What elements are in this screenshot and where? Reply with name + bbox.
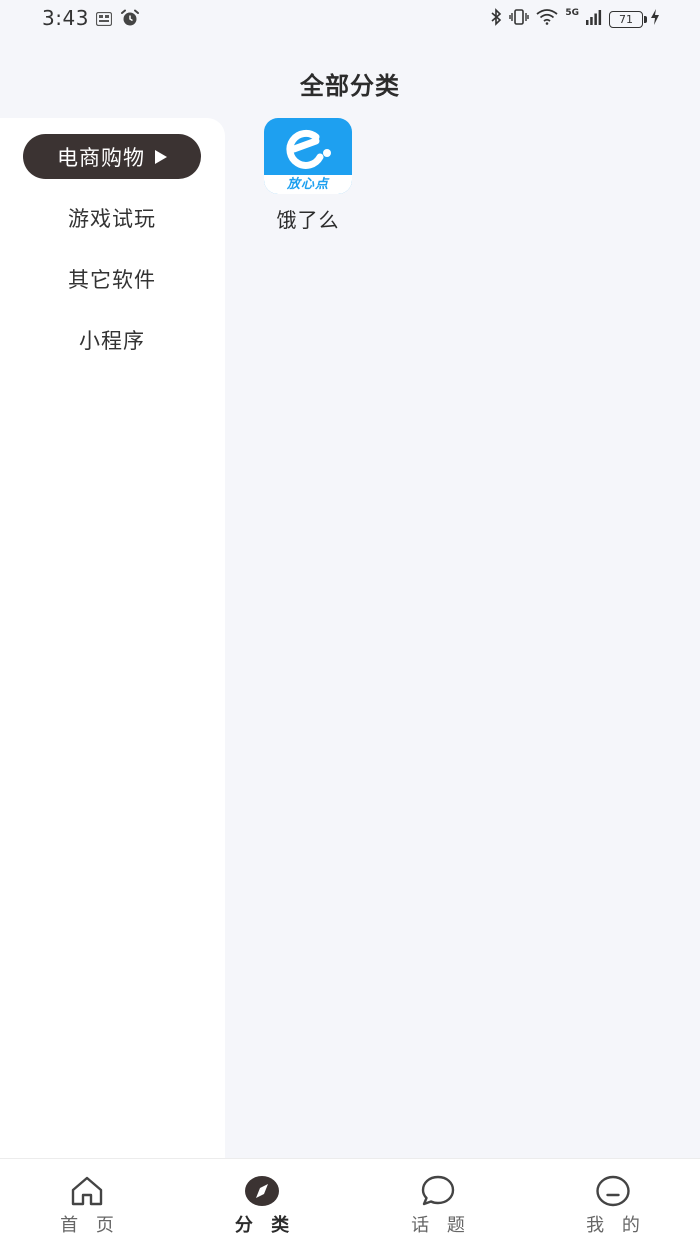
nav-category[interactable]: 分 类 [212,1173,312,1237]
nav-profile[interactable]: 我 的 [563,1173,663,1237]
app-name: 饿了么 [276,208,340,232]
play-arrow-icon [155,149,167,164]
sidebar-item-mini-program[interactable]: 小程序 [23,317,201,362]
sidebar-item-label: 游戏试玩 [68,206,156,231]
status-bar: 3:43 5G 71 [0,0,700,38]
sidebar-item-label: 其它软件 [68,267,156,292]
nav-label: 我 的 [586,1215,646,1236]
nav-label: 分 类 [234,1215,296,1236]
page-title: 全部分类 [300,72,400,100]
wifi-icon [536,9,558,29]
sidebar-item-label: 小程序 [79,328,145,353]
bottom-nav: 首 页 分 类 话 题 我 的 [0,1158,700,1245]
nav-home[interactable]: 首 页 [37,1173,137,1237]
alarm-icon [120,9,140,31]
battery-icon: 71 [609,10,647,28]
app-icon-caption: 放心点 [264,175,352,194]
charging-icon [650,9,660,29]
app-tile-eleme[interactable]: 放心点 饿了么 [262,118,354,233]
network-type-label: 5G [565,8,579,18]
status-left-icons [95,9,140,31]
nav-topics[interactable]: 话 题 [388,1173,488,1237]
bluetooth-icon [490,8,502,30]
screen: 3:43 5G 71 全部分类 电商购物 游戏试玩 其它软件 小程序 放心点 饿… [0,0,700,1245]
sidebar-item-other-software[interactable]: 其它软件 [23,256,201,301]
eleme-logo-icon [286,129,331,169]
status-time: 3:43 [42,6,89,30]
category-sidebar: 电商购物 游戏试玩 其它软件 小程序 [0,118,225,1158]
chat-bubble-icon [418,1173,458,1209]
eleme-app-icon: 放心点 [264,118,352,194]
profile-icon [593,1173,633,1209]
sidebar-item-label: 电商购物 [57,145,145,170]
sidebar-item-ecommerce[interactable]: 电商购物 [23,134,201,179]
compass-icon [242,1173,282,1209]
nav-label: 首 页 [60,1215,120,1236]
notification-icon [95,11,113,30]
sidebar-item-game-trial[interactable]: 游戏试玩 [23,195,201,240]
nav-label: 话 题 [411,1215,471,1236]
home-icon [67,1173,107,1209]
vibrate-icon [509,8,530,30]
signal-icon [586,9,602,29]
status-right-icons: 5G 71 [490,8,660,30]
